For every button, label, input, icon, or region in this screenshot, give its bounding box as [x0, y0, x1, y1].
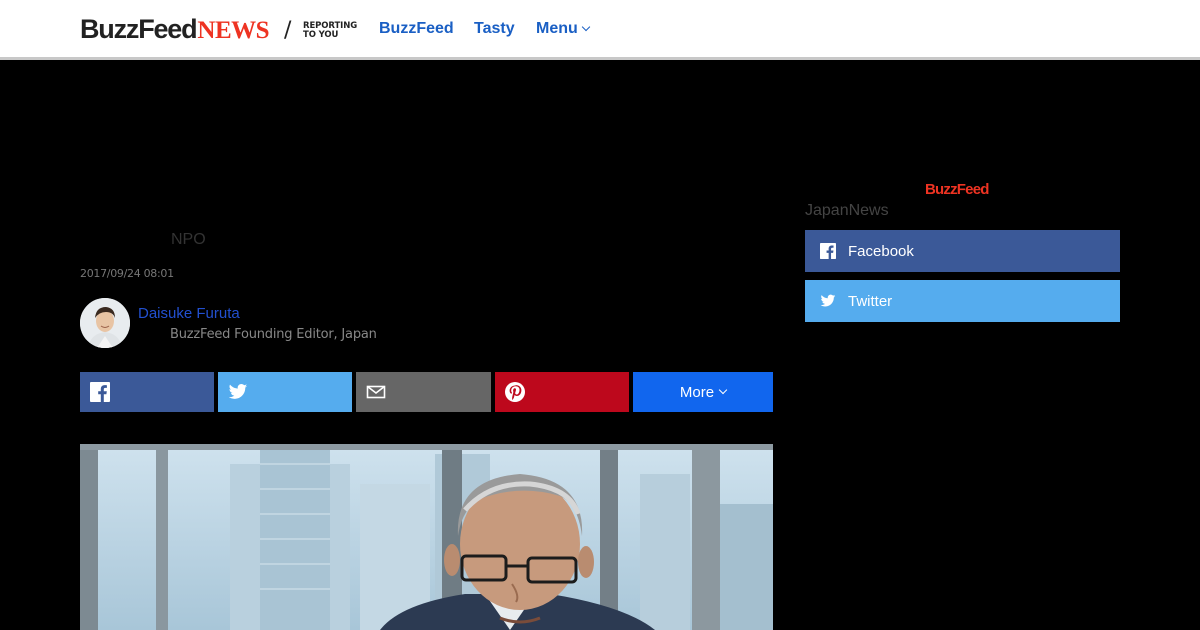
article-title-fragment: NPO [171, 231, 206, 248]
logo-news-text: NEWS [197, 17, 270, 44]
article-date: 2017/09/24 08:01 [80, 267, 174, 280]
nav-link-buzzfeed[interactable]: BuzzFeed [379, 20, 454, 38]
author-role: BuzzFeed Founding Editor, Japan [170, 327, 377, 342]
nav-menu-label: Menu [536, 20, 578, 37]
nav-link-tasty[interactable]: Tasty [474, 20, 515, 38]
nav-menu-button[interactable]: Menu [536, 20, 591, 38]
author-avatar[interactable] [80, 298, 130, 348]
follow-twitter-label: Twitter [848, 292, 893, 310]
sidebar-title: JapanNews [805, 202, 889, 219]
facebook-icon [90, 382, 110, 402]
site-header: BuzzFeed NEWS / REPORTING TO YOU BuzzFeed… [0, 0, 1200, 60]
share-email-button[interactable] [356, 372, 491, 412]
twitter-icon [228, 384, 248, 399]
follow-facebook-button[interactable]: Facebook [805, 230, 1120, 272]
buzzfeed-news-logo[interactable]: BuzzFeed NEWS [80, 14, 270, 44]
follow-twitter-button[interactable]: Twitter [805, 280, 1120, 322]
logo-slash: / [284, 18, 292, 43]
author-name-link[interactable]: Daisuke Furuta [138, 305, 240, 322]
chevron-down-icon [718, 385, 728, 395]
tagline-line-2: TO YOU [303, 30, 339, 40]
article-hero-image [80, 444, 773, 630]
share-more-label: More [679, 383, 715, 401]
chevron-down-icon [581, 22, 591, 32]
sidebar-buzzfeed-logo: BuzzFeed [925, 181, 989, 198]
logo-buzzfeed-text: BuzzFeed [80, 14, 198, 44]
share-more-button[interactable]: More [633, 372, 773, 412]
share-pinterest-button[interactable] [495, 372, 629, 412]
follow-facebook-label: Facebook [848, 242, 914, 260]
facebook-icon [820, 243, 836, 259]
tagline: REPORTING TO YOU [303, 22, 357, 40]
share-twitter-button[interactable] [218, 372, 352, 412]
twitter-icon [820, 293, 836, 309]
pinterest-icon [505, 382, 525, 402]
share-facebook-button[interactable] [80, 372, 214, 412]
email-icon [366, 385, 386, 399]
